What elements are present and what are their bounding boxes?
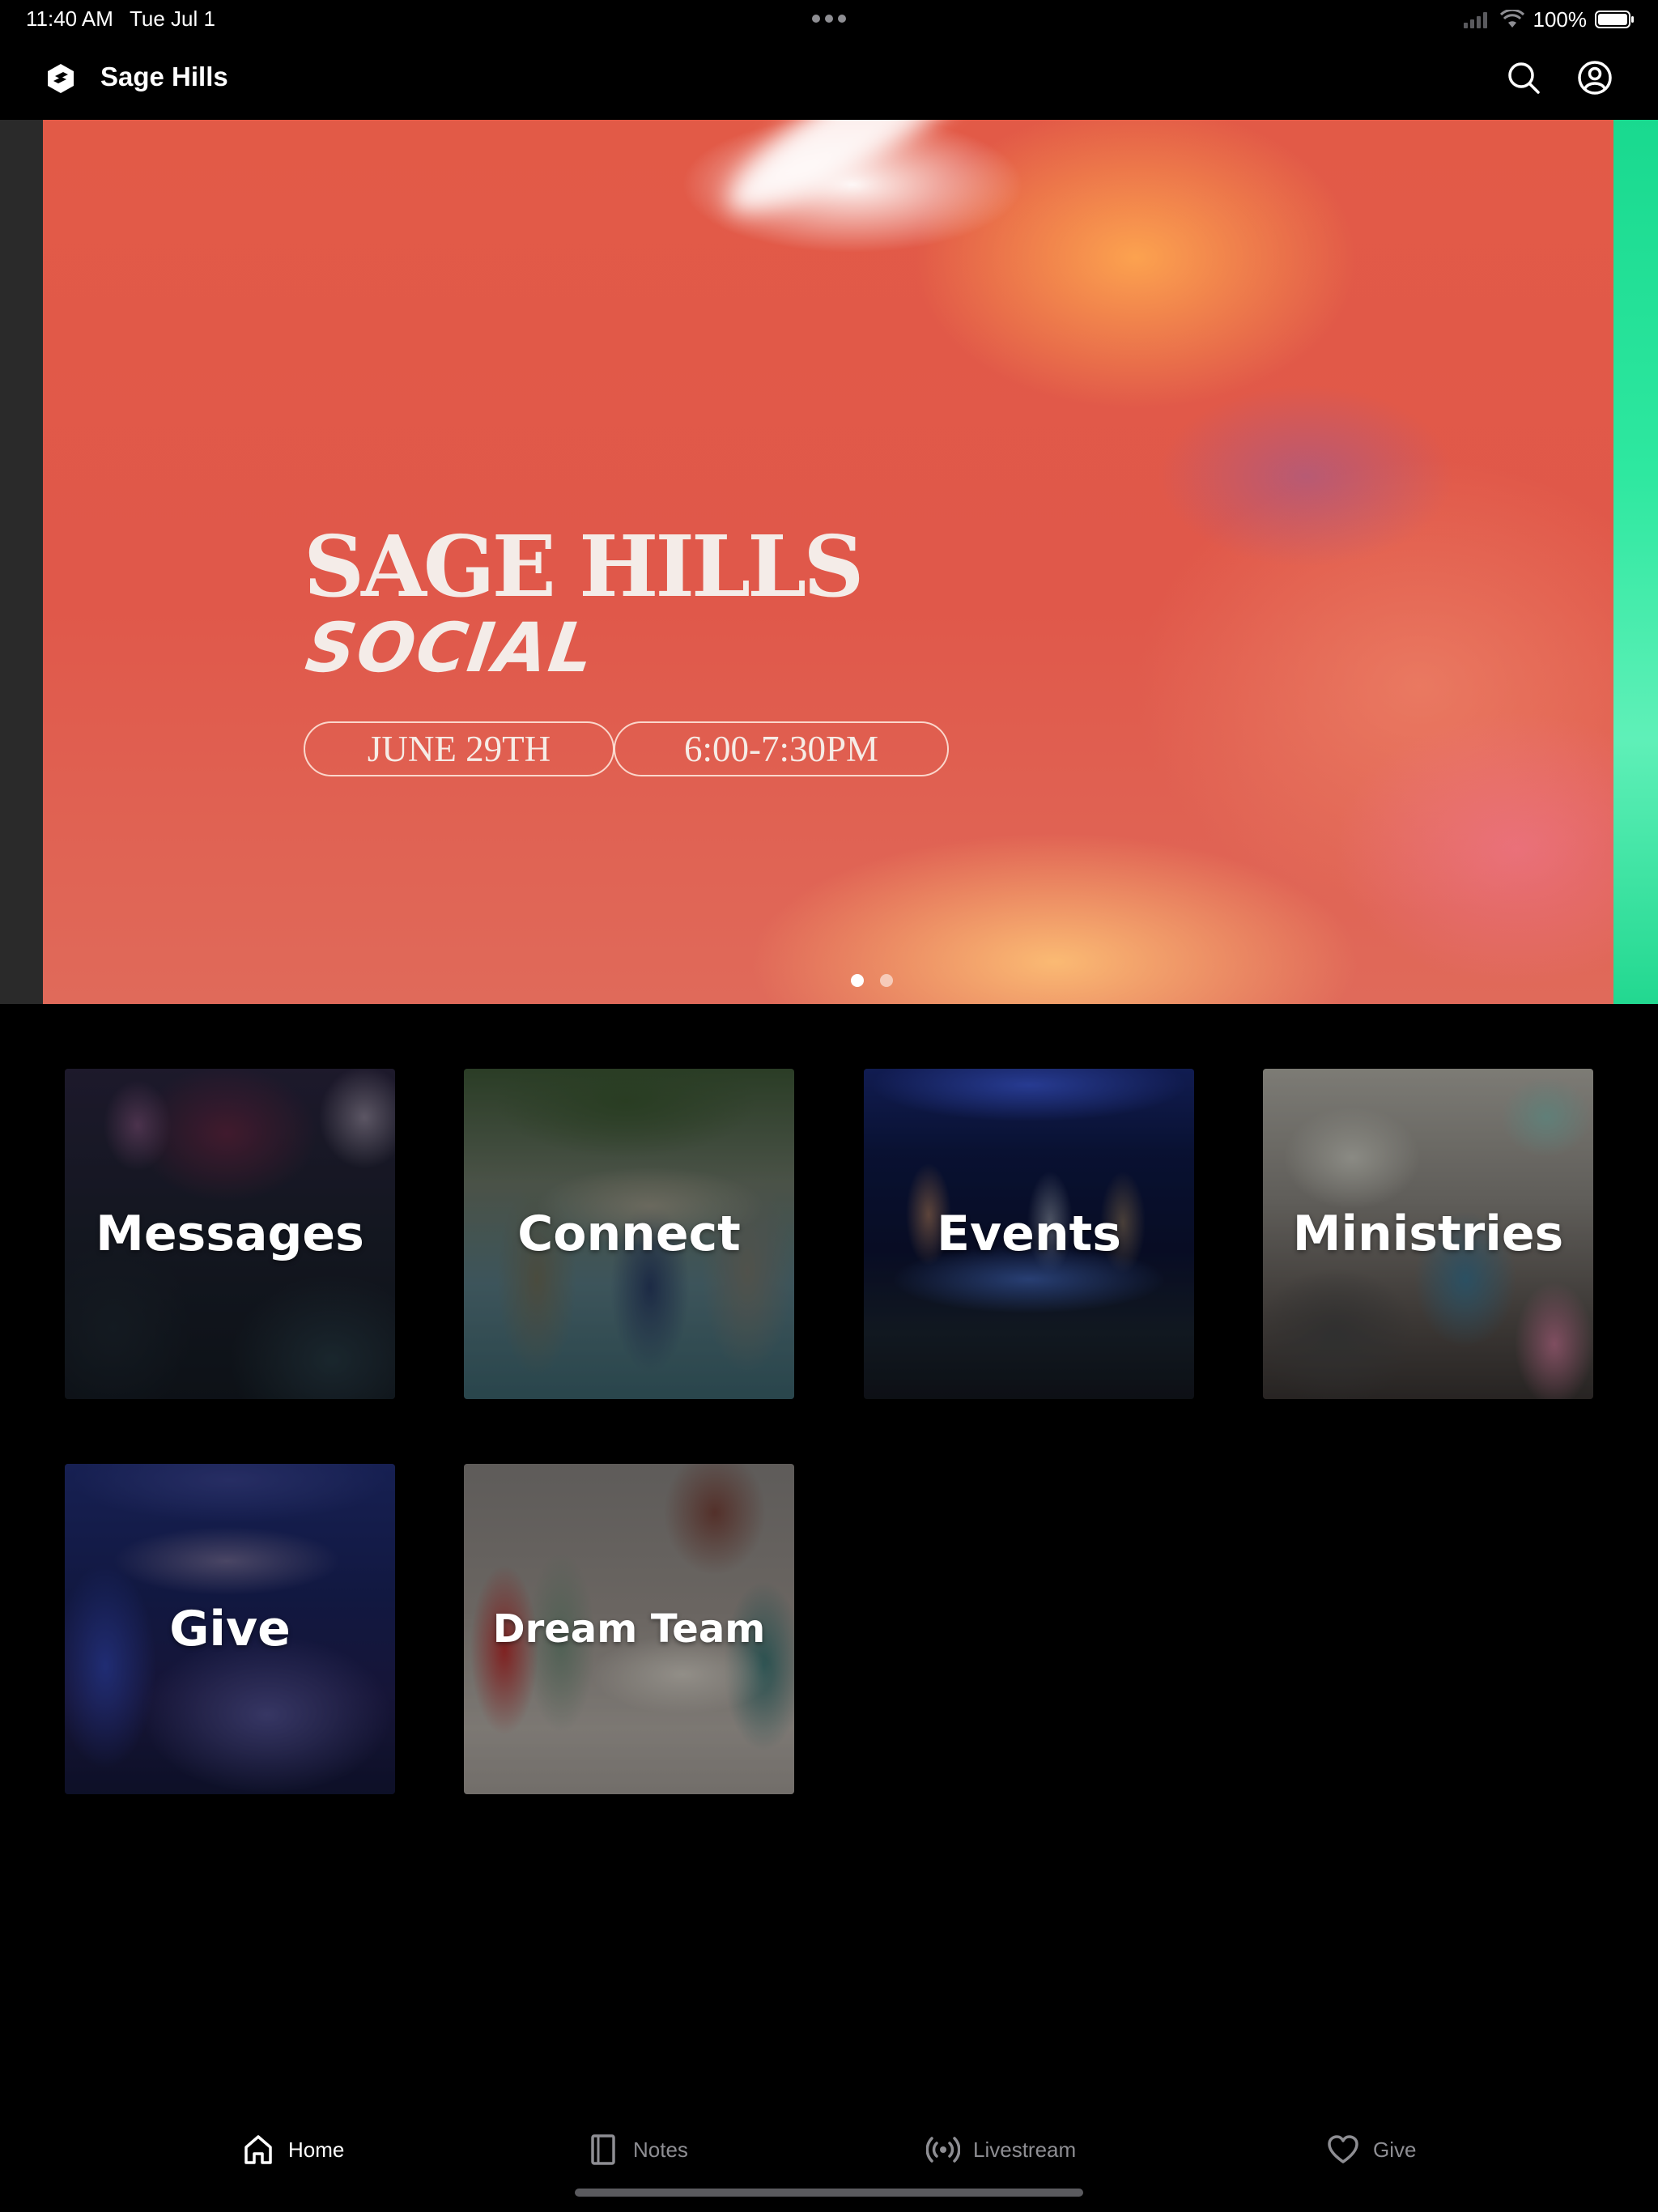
heart-icon (1328, 2135, 1358, 2163)
hero-carousel[interactable]: SAGE HILLS SOCIAL JUNE 29TH 6:00-7:30PM (0, 120, 1658, 1004)
wifi-icon (1499, 10, 1524, 28)
livestream-icon (926, 2137, 960, 2163)
tile-label: Events (937, 1206, 1121, 1262)
tile-messages[interactable]: Messages (65, 1069, 395, 1399)
status-date: Tue Jul 1 (130, 6, 215, 31)
profile-icon[interactable] (1575, 58, 1614, 97)
app-header: Sage Hills (0, 39, 1658, 120)
tile-label: Ministries (1292, 1206, 1564, 1262)
tile-dream-team[interactable]: Dream Team (464, 1464, 794, 1794)
carousel-dot-active[interactable] (851, 974, 864, 987)
tile-give[interactable]: Give (65, 1464, 395, 1794)
home-icon (244, 2135, 272, 2164)
sage-hills-logo-icon[interactable] (44, 62, 78, 96)
tab-label: Give (1373, 2137, 1417, 2162)
multitasking-dots-icon[interactable] (810, 6, 848, 31)
tab-give[interactable]: Give (1326, 2097, 1416, 2202)
tile-connect[interactable]: Connect (464, 1069, 794, 1399)
tab-home[interactable]: Home (241, 2097, 344, 2202)
tile-label: Messages (96, 1206, 364, 1262)
battery-icon (1595, 11, 1634, 28)
status-bar: 11:40 AM Tue Jul 1 100% (0, 0, 1658, 39)
tab-label: Home (288, 2137, 345, 2162)
status-time: 11:40 AM (26, 6, 113, 31)
tile-label: Connect (517, 1206, 741, 1262)
tab-label: Notes (633, 2137, 688, 2162)
tab-notes[interactable]: Notes (586, 2097, 688, 2202)
app-title: Sage Hills (100, 62, 228, 91)
home-indicator[interactable] (575, 2189, 1083, 2197)
carousel-dot[interactable] (880, 974, 893, 987)
event-time-pill: 6:00-7:30PM (614, 721, 949, 776)
carousel-page-indicator[interactable] (844, 974, 893, 990)
battery-percentage: 100% (1533, 6, 1588, 32)
hero-title-line2: SOCIAL (301, 608, 601, 687)
hero-slide-sage-hills-social[interactable]: SAGE HILLS SOCIAL JUNE 29TH 6:00-7:30PM (43, 120, 1613, 1004)
search-icon[interactable] (1504, 58, 1543, 97)
notes-icon (591, 2134, 615, 2165)
tab-livestream[interactable]: Livestream (926, 2097, 1076, 2202)
hero-title-line1: SAGE HILLS (304, 517, 864, 616)
tile-events[interactable]: Events (864, 1069, 1194, 1399)
tab-label: Livestream (973, 2137, 1077, 2162)
event-date-pill: JUNE 29TH (304, 721, 614, 776)
status-indicators: 100% (1462, 5, 1636, 34)
tile-label: Dream Team (492, 1606, 766, 1652)
hero-light-streak (711, 120, 1010, 236)
tile-label: Give (169, 1601, 291, 1657)
tile-ministries[interactable]: Ministries (1263, 1069, 1593, 1399)
next-slide-peek[interactable] (1613, 120, 1658, 1004)
previous-slide-peek[interactable] (0, 120, 43, 1004)
cellular-signal-icon (1463, 12, 1487, 28)
